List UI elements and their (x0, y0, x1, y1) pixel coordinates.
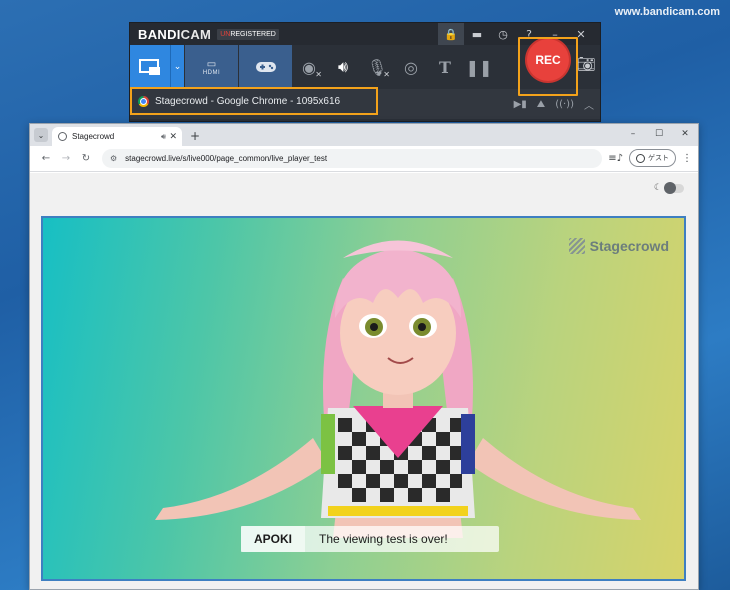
stagecrowd-brand: Stagecrowd (568, 238, 669, 254)
chrome-tab-bar: ⌄ Stagecrowd 🔊︎ ✕ + – ☐ ✕ (30, 124, 698, 146)
window-maximize-icon[interactable]: ☐ (646, 124, 672, 146)
audio-playing-icon[interactable]: 🔊︎ (161, 132, 166, 142)
screen-mode-button[interactable] (130, 45, 170, 89)
new-tab-icon[interactable]: + (190, 129, 200, 143)
text-overlay-button[interactable]: T (428, 45, 462, 89)
bandicam-watermark: www.bandicam.com (614, 6, 720, 18)
webcam-toggle[interactable]: ◉ ✕ (292, 45, 326, 89)
capture-target-box[interactable]: Stagecrowd - Google Chrome - 1095x616 (130, 87, 378, 115)
caption-bar: APOKI The viewing test is over! (241, 526, 499, 552)
off-x-icon: ✕ (315, 70, 322, 79)
clock-icon[interactable]: ◷ (490, 23, 516, 45)
chrome-toolbar: ← → ↻ ⚙ stagecrowd.live/s/live000/page_c… (30, 146, 698, 172)
profile-icon (636, 153, 645, 163)
video-icon[interactable]: ▶▮ (514, 99, 527, 110)
forward-arrow-icon[interactable]: → (56, 153, 76, 164)
logo-main-text: BANDI (138, 26, 181, 42)
tab-title: Stagecrowd (72, 132, 115, 141)
stagecrowd-logo-icon (568, 238, 585, 254)
brand-text: Stagecrowd (589, 238, 669, 254)
media-control-icon[interactable]: ≡♪ (608, 153, 623, 164)
audio-icon[interactable]: ((·)) (555, 99, 574, 110)
dark-mode-toggle[interactable] (664, 182, 684, 194)
site-info-icon[interactable]: ⚙ (110, 154, 117, 163)
gamepad-icon (255, 62, 276, 72)
page-top-bar: ☾ (30, 173, 698, 205)
microphone-toggle[interactable]: 🎙︎ ✕ (360, 45, 394, 89)
tab-close-icon[interactable]: ✕ (169, 131, 177, 142)
unregistered-prefix: UN (220, 30, 231, 38)
device-mode-button[interactable]: ▭ HDMI (184, 45, 238, 89)
live-player[interactable]: Stagecrowd APOKI The viewing test is ove… (41, 216, 686, 581)
tab-search-icon[interactable]: ⌄ (34, 128, 48, 142)
page-content: ☾ Stagecrowd APOKI The viewing test is o… (30, 173, 698, 589)
text-icon: T (439, 57, 451, 77)
image-icon[interactable]: ⛰ (537, 99, 545, 110)
speaker-icon: 🔊︎ (337, 57, 349, 76)
chrome-menu-icon[interactable]: ⋮ (682, 153, 692, 164)
back-arrow-icon[interactable]: ← (36, 153, 56, 164)
pause-button[interactable]: ❚❚ (462, 45, 496, 89)
guest-label: ゲスト (648, 154, 669, 162)
url-text: stagecrowd.live/s/live000/page_common/li… (125, 154, 328, 163)
guest-profile-button[interactable]: ゲスト (629, 149, 676, 167)
tab-stagecrowd[interactable]: Stagecrowd 🔊︎ ✕ (52, 127, 182, 146)
game-mode-button[interactable] (238, 45, 292, 89)
collapse-icon[interactable]: ︿ (584, 97, 594, 112)
chrome-window: ⌄ Stagecrowd 🔊︎ ✕ + – ☐ ✕ ← → ↻ ⚙ stagec… (29, 123, 699, 590)
caption-text: The viewing test is over! (319, 532, 448, 546)
caption-speaker: APOKI (241, 526, 305, 552)
window-minimize-icon[interactable]: – (620, 124, 646, 146)
address-bar[interactable]: ⚙ stagecrowd.live/s/live000/page_common/… (102, 149, 602, 168)
speaker-toggle[interactable]: 🔊︎ (326, 45, 360, 89)
rec-highlight-box (518, 37, 578, 96)
unregistered-badge: UNREGISTERED (217, 28, 279, 40)
capture-target-text: Stagecrowd - Google Chrome - 1095x616 (155, 95, 341, 107)
pause-icon: ❚❚ (465, 57, 493, 77)
screenshot-camera-icon[interactable]: 📷︎ (577, 55, 596, 73)
webcam-icon: ◉ (302, 57, 316, 77)
cursor-icon: ◎ (404, 57, 418, 77)
bandicam-logo: BANDICAM (138, 27, 211, 42)
cursor-effect-button[interactable]: ◎ (394, 45, 428, 89)
folder-icon[interactable]: ▬ (464, 23, 490, 45)
moon-icon: ☾ (653, 183, 662, 193)
device-icon: ▭ (206, 58, 217, 70)
chevron-down-icon[interactable]: ⌄ (170, 45, 184, 89)
unregistered-suffix: REGISTERED (230, 30, 276, 38)
globe-icon (58, 132, 67, 141)
chrome-logo-icon (138, 95, 149, 107)
logo-cam-text: CAM (180, 26, 212, 42)
reload-icon[interactable]: ↻ (76, 153, 96, 164)
window-close-icon[interactable]: ✕ (672, 124, 698, 146)
hdmi-label: HDMI (202, 69, 221, 76)
mic-off-x-icon: ✕ (383, 70, 390, 79)
lock-icon[interactable]: 🔒 (438, 23, 464, 45)
screen-mode-icon (139, 59, 160, 75)
